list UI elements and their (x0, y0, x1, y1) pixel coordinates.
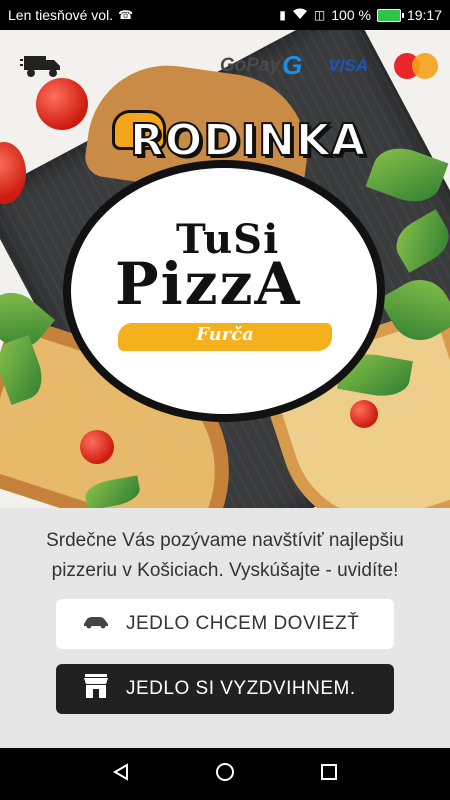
vibrate-icon: ▮ (279, 8, 286, 22)
tomato-image (80, 430, 114, 464)
hero-banner: RODINKA TuSi PizzA Furča (0, 30, 450, 508)
battery-percent: 100 % (331, 7, 371, 23)
brand-tag: Furča (196, 324, 254, 345)
visa-logo: VISA (328, 55, 368, 75)
gopay-logo: GoPay G (220, 50, 302, 81)
navigation-bar (0, 748, 450, 800)
recents-icon[interactable] (320, 763, 338, 786)
pickup-button[interactable]: JEDLO SI VYZDVIHNEM. (56, 664, 394, 714)
invite-text: Srdečne Vás pozývame navštíviť najlepšiu… (46, 530, 404, 581)
carrier-text: Len tiesňové vol. (8, 7, 114, 23)
payment-logos: GoPay G VISA (220, 50, 438, 81)
tomato-image (36, 78, 88, 130)
pickup-button-label: JEDLO SI VYZDVIHNEM. (126, 678, 356, 699)
mastercard-logo (394, 52, 438, 79)
delivery-button-label: JEDLO CHCEM DOVIEZŤ (126, 613, 360, 634)
store-icon (82, 672, 110, 706)
gopay-mark: G (282, 50, 303, 80)
brand-pizza: PizzA (115, 250, 302, 318)
wifi-icon (292, 8, 308, 23)
clock: 19:17 (406, 7, 442, 23)
delivery-truck-icon (20, 52, 62, 78)
car-icon (82, 613, 110, 635)
battery-icon (376, 8, 404, 22)
back-icon[interactable] (112, 762, 130, 786)
sim-icon: ◫ (313, 8, 326, 22)
status-bar: Len tiesňové vol. ☎ ▮ ◫ 100 % 19:17 (0, 0, 450, 30)
brand-rodinka: RODINKA (129, 114, 367, 167)
order-panel: Srdečne Vás pozývame navštíviť najlepšiu… (0, 508, 450, 748)
call-icon: ☎ (118, 8, 134, 22)
gopay-label: GoPay (219, 54, 281, 76)
home-icon[interactable] (215, 762, 235, 787)
tomato-image (350, 400, 378, 428)
delivery-button[interactable]: JEDLO CHCEM DOVIEZŤ (56, 599, 394, 649)
